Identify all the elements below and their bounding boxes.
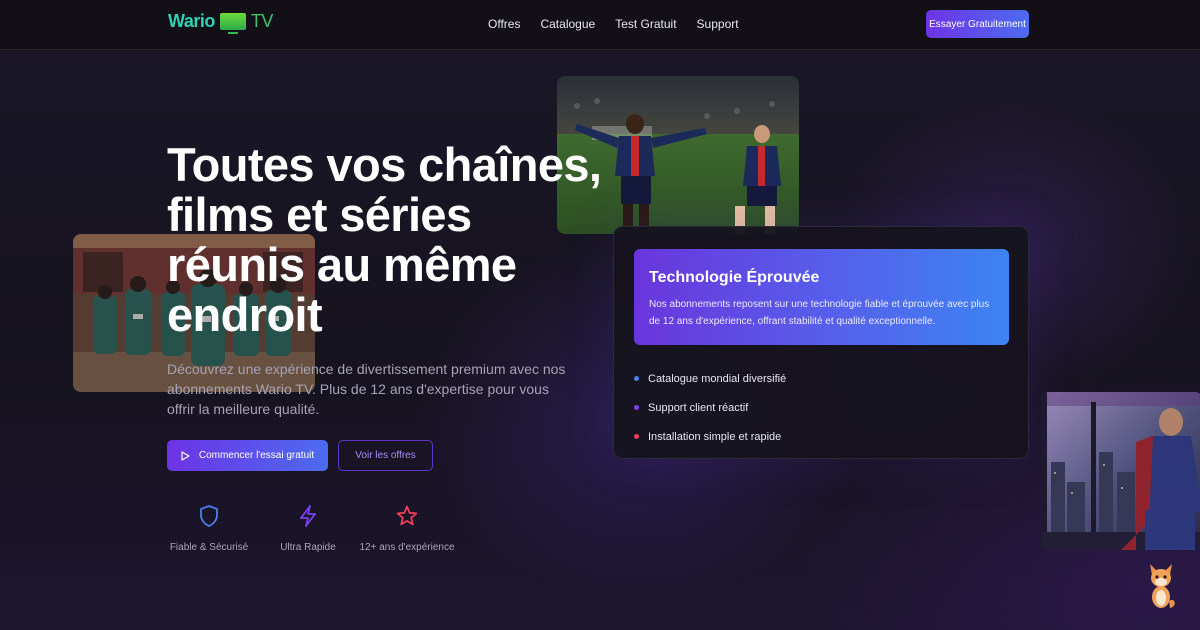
nav-support[interactable]: Support	[697, 17, 739, 31]
try-free-button[interactable]: Essayer Gratuitement	[926, 10, 1029, 38]
hero-description: Découvrez une expérience de divertisseme…	[167, 361, 566, 417]
main-nav: Offres Catalogue Test Gratuit Support	[488, 17, 739, 31]
feature-experience: 12+ ans d'expérience	[352, 504, 462, 555]
feature-label: Ultra Rapide	[280, 542, 336, 553]
start-trial-button[interactable]: Commencer l'essai gratuit	[167, 440, 328, 471]
feature-label: 12+ ans d'expérience	[359, 542, 455, 553]
list-item-label: Catalogue mondial diversifié	[648, 372, 787, 385]
feature-reliable: Fiable & Sécurisé	[154, 504, 264, 555]
list-item: Catalogue mondial diversifié	[634, 364, 786, 393]
site-header: Wario TV Offres Catalogue Test Gratuit S…	[0, 0, 1200, 50]
nav-catalogue[interactable]: Catalogue	[540, 17, 595, 31]
hero-title: Toutes vos chaînes, films et séries réun…	[167, 138, 602, 341]
bullet-dot	[634, 434, 639, 439]
logo-text: Wario	[168, 11, 215, 31]
list-item: Support client réactif	[634, 393, 786, 422]
bullet-dot	[634, 376, 639, 381]
play-icon	[181, 450, 190, 461]
start-trial-label: Commencer l'essai gratuit	[198, 450, 315, 461]
list-item: Installation simple et rapide	[634, 422, 786, 451]
fox-mascot-icon[interactable]	[1144, 561, 1178, 611]
list-item-label: Installation simple et rapide	[648, 430, 782, 443]
feature-fast: Ultra Rapide	[253, 504, 363, 555]
view-offers-button[interactable]: Voir les offres	[338, 440, 433, 471]
tv-icon	[219, 13, 246, 34]
list-item-label: Support client réactif	[648, 401, 749, 414]
nav-test-gratuit[interactable]: Test Gratuit	[615, 17, 676, 31]
feature-label: Fiable & Sécurisé	[169, 542, 249, 553]
logo[interactable]: Wario TV	[168, 11, 274, 34]
lightning-icon	[300, 505, 316, 527]
card-title: Technologie Éprouvée	[649, 269, 820, 286]
superman-photo	[1041, 392, 1200, 550]
nav-offres[interactable]: Offres	[488, 17, 520, 31]
star-icon	[396, 505, 418, 526]
shield-icon	[200, 505, 218, 527]
card-feature-list: Catalogue mondial diversifié Support cli…	[634, 364, 786, 451]
card-header: Technologie Éprouvée Nos abonnements rep…	[634, 249, 1009, 345]
bullet-dot	[634, 405, 639, 410]
technology-card: Technologie Éprouvée Nos abonnements rep…	[613, 226, 1029, 459]
card-description: Nos abonnements reposent sur une technol…	[649, 299, 990, 327]
logo-tv-text: TV	[250, 11, 274, 31]
